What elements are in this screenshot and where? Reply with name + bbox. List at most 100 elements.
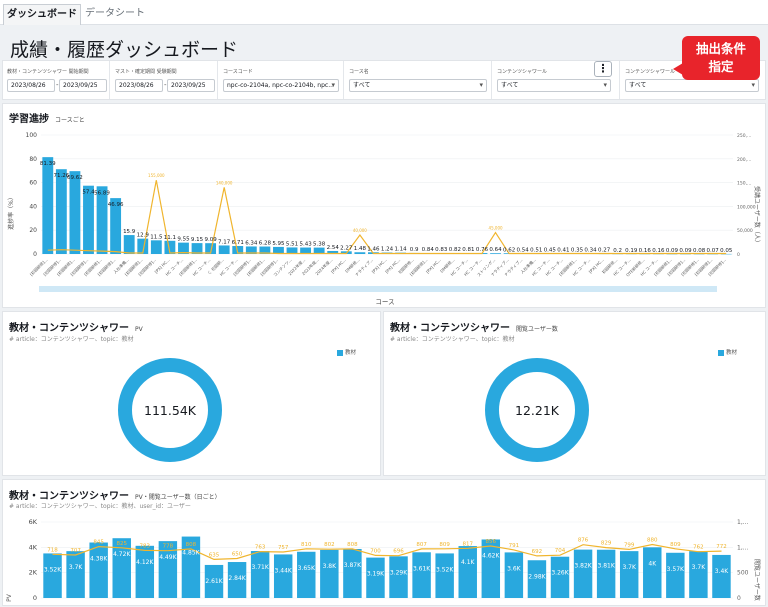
y-tick-label: 40 — [29, 203, 37, 210]
horizontal-scrollbar[interactable] — [39, 286, 717, 292]
bar-value-label: 3.44K — [275, 567, 293, 574]
bar — [574, 550, 592, 598]
line-value-label: 799 — [624, 542, 635, 548]
bar-value-label: 4.12K — [136, 559, 154, 566]
tab-dashboard[interactable]: ダッシュボード — [3, 4, 81, 25]
daily-chart: 6K4K2K01,...1,...5000 3.52K7183.7K7074.3… — [3, 480, 767, 607]
filter-group-course-name: コース名 すべて — [345, 61, 489, 99]
bar — [219, 245, 230, 254]
bar-value-label: 3.26K — [551, 570, 569, 577]
tab-datasheet[interactable]: データシート — [81, 4, 149, 25]
pv-donut-panel: 教材・コンテンツシャワーPV # article：コンテンツシャワー、topic… — [2, 311, 381, 476]
bar-value-label: 1.46 — [367, 246, 380, 252]
bar — [274, 554, 292, 598]
bar-value-label: 12.9 — [137, 233, 150, 239]
bar — [712, 555, 730, 598]
y2-tick-label: 500 — [737, 570, 749, 577]
bar-value-label: 3.87K — [344, 562, 362, 569]
tab-bar: ダッシュボード データシート — [0, 0, 768, 25]
bar — [151, 240, 162, 254]
filter-callout: 抽出条件 指定 — [682, 36, 760, 80]
bar-value-label: 0.07 — [707, 248, 720, 254]
filter-label: コース名 — [349, 68, 369, 75]
bar — [69, 171, 80, 254]
y-tick-label: 0 — [33, 251, 37, 258]
bar-value-label: 4.62K — [482, 552, 500, 559]
filter-bar: 教材・コンテンツシャワー 開始期間 2023/08/26 - 2023/09/2… — [2, 60, 766, 100]
donut-value: 12.21K — [515, 403, 560, 418]
bar-value-label: 7.17 — [218, 239, 231, 245]
bar-value-label: 5.43 — [299, 242, 312, 248]
content-shower-select-2[interactable]: すべて — [625, 79, 759, 92]
bar-value-label: 56.89 — [94, 190, 110, 196]
bar-value-label: 0.76 — [476, 247, 489, 253]
line-value-label: 783 — [140, 543, 151, 549]
date-to-input[interactable]: 2023/09/25 — [167, 79, 215, 92]
bar-value-label: 1.48 — [354, 246, 367, 252]
bar-value-label: 0.81 — [462, 247, 474, 253]
bar — [435, 553, 453, 598]
line-value-label: 829 — [601, 541, 612, 547]
line-value-label: 880 — [647, 537, 658, 543]
bar — [251, 551, 269, 598]
bar-value-label: 0.64 — [489, 247, 502, 253]
bar — [597, 550, 615, 598]
bar-value-label: 3.52K — [44, 566, 62, 573]
line-value-label: 700 — [370, 548, 381, 554]
bar-value-label: 3.19K — [367, 571, 385, 578]
x-axis-label: コース — [375, 298, 394, 306]
pv-donut-chart: 111.54K — [3, 312, 382, 477]
bar-value-label: 3.7K — [69, 564, 84, 571]
bar-value-label: 5.51 — [286, 241, 298, 247]
bar-value-label: 3.71K — [251, 564, 269, 571]
line-value-label: 845 — [93, 540, 104, 546]
date-from-input[interactable]: 2023/08/26 — [7, 79, 55, 92]
progress-panel: 学習進捗コースごと 100806040200250,...200,...150,… — [2, 103, 766, 308]
bar — [620, 551, 638, 598]
bar — [366, 558, 384, 598]
bar-value-label: 3.82K — [574, 563, 592, 570]
daily-panel: 教材・コンテンツシャワーPV・閲覧ユーザー数（日ごと） # article：コン… — [2, 479, 766, 606]
line-value-label: 707 — [70, 548, 81, 554]
line-value-label: 772 — [716, 544, 727, 550]
filter-label: コンテンツシャワール — [625, 68, 675, 75]
bar-value-label: 2.98K — [528, 573, 546, 580]
bar-value-label: 0.45 — [544, 247, 557, 253]
bar-value-label: 0.35 — [571, 248, 584, 254]
bar-value-label: 0.82 — [449, 247, 461, 253]
filter-label: コンテンツシャワール — [497, 68, 547, 75]
line-value-label: 807 — [416, 542, 427, 548]
bar — [83, 186, 94, 254]
users-line — [48, 180, 726, 253]
bar-value-label: 3.57K — [667, 566, 685, 573]
bar-value-label: 4K — [648, 560, 657, 567]
bar-value-label: 0.08 — [693, 248, 706, 254]
users-donut-panel: 教材・コンテンツシャワー閲覧ユーザー数 # article：コンテンツシャワー、… — [383, 311, 766, 476]
filter-label: コースコード — [223, 68, 253, 75]
y-tick-label: 20 — [29, 227, 37, 234]
bar-value-label: 0.05 — [720, 248, 733, 254]
bar-value-label: 15.9 — [123, 229, 136, 235]
line-value-label: 650 — [232, 551, 243, 557]
bar — [354, 252, 365, 254]
bar — [320, 550, 338, 598]
content-shower-select[interactable]: すべて — [497, 79, 611, 92]
line-value-label: 817 — [462, 541, 473, 547]
bar — [297, 552, 315, 598]
progress-chart: 100806040200250,...200,...150,...100,000… — [3, 104, 767, 309]
course-name-select[interactable]: すべて — [349, 79, 487, 92]
date-from-input[interactable]: 2023/08/26 — [115, 79, 163, 92]
bar-value-label: 0.83 — [435, 247, 448, 253]
filter-group-course-code: コースコード npc-co-2104a, npc-co-2104b, npc..… — [219, 61, 341, 99]
bar — [689, 551, 707, 598]
bar-value-label: 0.16 — [639, 248, 652, 254]
line-value-label: 802 — [324, 542, 335, 548]
bar-value-label: 3.7K — [622, 564, 637, 571]
bar — [666, 553, 684, 598]
line-value-label: 757 — [278, 545, 289, 551]
course-code-select[interactable]: npc-co-2104a, npc-co-2104b, npc... — [223, 79, 339, 92]
bar-value-label: 0.19 — [625, 248, 638, 254]
date-to-input[interactable]: 2023/09/25 — [59, 79, 107, 92]
filter-label: マスト・確定期間 受験期間 — [115, 68, 177, 75]
more-menu-button[interactable]: ⋮ — [594, 61, 612, 77]
